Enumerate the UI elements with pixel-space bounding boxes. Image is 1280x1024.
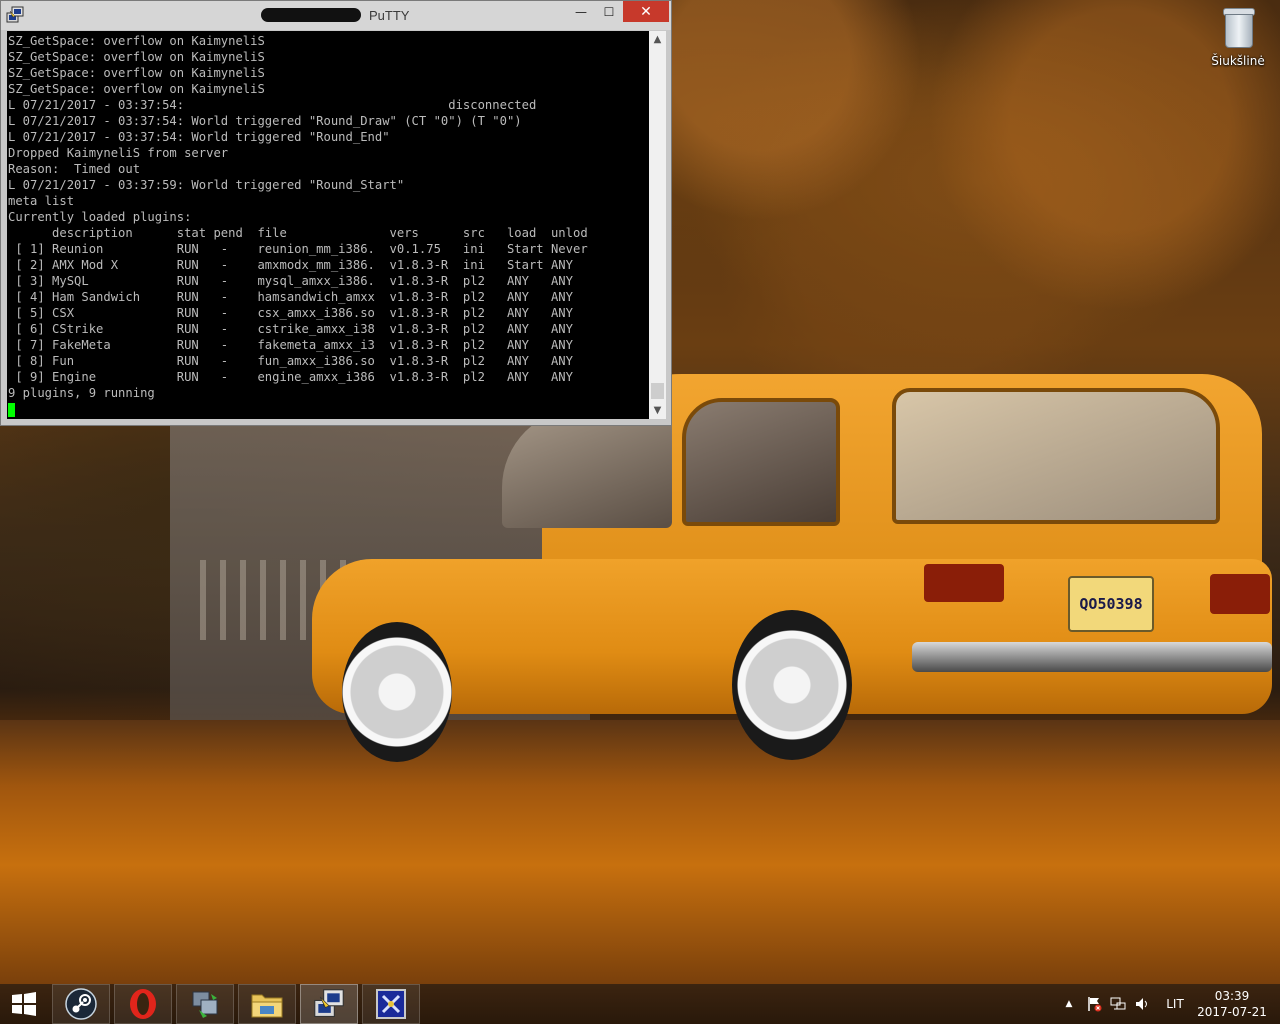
system-clock[interactable]: 03:39 2017-07-21 [1196, 988, 1268, 1020]
action-center-flag-icon[interactable] [1084, 984, 1104, 1024]
terminal-cursor [8, 401, 588, 417]
tray-chevron-icon[interactable]: ▲ [1062, 984, 1076, 1024]
taskbar-steam[interactable] [52, 984, 110, 1024]
clock-time: 03:39 [1214, 989, 1250, 1003]
opera-icon [130, 989, 156, 1019]
terminal-line: L 07/21/2017 - 03:37:54: World triggered… [8, 114, 522, 128]
terminal-line: SZ_GetSpace: overflow on KaimyneliS [8, 50, 265, 64]
terminal-line: L 07/21/2017 - 03:37:54: World triggered… [8, 130, 390, 144]
scroll-up-icon[interactable]: ▲ [649, 31, 666, 48]
taskbar-putty[interactable] [300, 984, 358, 1024]
terminal-line: Currently loaded plugins: [8, 210, 192, 224]
language-indicator[interactable]: LIT [1160, 984, 1190, 1024]
putty-window: PuTTY — ☐ ✕ SZ_GetSpace: overflow on Kai… [0, 0, 672, 426]
terminal-line: [ 9] Engine RUN - engine_amxx_i386 v1.8.… [8, 370, 573, 384]
terminal-line: [ 3] MySQL RUN - mysql_amxx_i386. v1.8.3… [8, 274, 573, 288]
taskbar: ▲ LIT 03:39 2017-07-21 [0, 984, 1280, 1024]
terminal-line: [ 1] Reunion RUN - reunion_mm_i386. v0.1… [8, 242, 588, 256]
clock-date: 2017-07-21 [1197, 1005, 1267, 1019]
network-transfer-icon [192, 991, 218, 1018]
desktop-icon-recycle-bin[interactable]: Šiukšlinė [1208, 6, 1268, 68]
steam-icon [65, 988, 97, 1020]
recycle-bin-icon [1221, 6, 1255, 48]
windows-logo-icon [12, 992, 36, 1016]
terminal-output[interactable]: SZ_GetSpace: overflow on KaimyneliS SZ_Ge… [7, 31, 649, 419]
terminal-line: L 07/21/2017 - 03:37:59: World triggered… [8, 178, 405, 192]
close-button[interactable]: ✕ [623, 1, 669, 22]
x-app-icon [376, 989, 406, 1019]
taskbar-network-tool[interactable] [176, 984, 234, 1024]
volume-icon[interactable] [1132, 984, 1152, 1024]
terminal-line: SZ_GetSpace: overflow on KaimyneliS [8, 34, 265, 48]
terminal-line: Reason: Timed out [8, 162, 141, 176]
terminal-line: L 07/21/2017 - 03:37:54: disconnected [8, 98, 537, 112]
minimize-button[interactable]: — [567, 1, 595, 22]
taskbar-file-explorer[interactable] [238, 984, 296, 1024]
wallpaper-car: QO50398 [312, 374, 1280, 764]
terminal-line: [ 6] CStrike RUN - cstrike_amxx_i38 v1.8… [8, 322, 573, 336]
car-license-plate: QO50398 [1068, 576, 1154, 632]
terminal-line: Dropped KaimyneliS from server [8, 146, 229, 160]
maximize-button[interactable]: ☐ [595, 1, 623, 22]
putty-icon [314, 989, 344, 1017]
taskbar-app-x[interactable] [362, 984, 420, 1024]
terminal-line: [ 7] FakeMeta RUN - fakemeta_amxx_i3 v1.… [8, 338, 573, 352]
window-title: PuTTY [369, 8, 410, 23]
scrollbar-thumb[interactable] [651, 383, 664, 399]
redacted-host [261, 8, 361, 22]
network-icon[interactable] [1108, 984, 1128, 1024]
terminal-line: [ 2] AMX Mod X RUN - amxmodx_mm_i386. v1… [8, 258, 573, 272]
putty-icon[interactable] [6, 6, 24, 24]
scroll-down-icon[interactable]: ▼ [649, 402, 666, 419]
taskbar-opera[interactable] [114, 984, 172, 1024]
terminal-line: SZ_GetSpace: overflow on KaimyneliS [8, 66, 265, 80]
terminal-line: meta list [8, 194, 75, 208]
terminal-line: SZ_GetSpace: overflow on KaimyneliS [8, 82, 265, 96]
terminal-line: 9 plugins, 9 running [8, 386, 155, 400]
desktop-icon-label: Šiukšlinė [1211, 54, 1265, 68]
window-titlebar[interactable]: PuTTY — ☐ ✕ [1, 1, 671, 30]
terminal-line: [ 5] CSX RUN - csx_amxx_i386.so v1.8.3-R… [8, 306, 573, 320]
start-button[interactable] [0, 984, 50, 1024]
terminal-line: [ 4] Ham Sandwich RUN - hamsandwich_amxx… [8, 290, 573, 304]
folder-icon [251, 994, 283, 1018]
terminal-line: [ 8] Fun RUN - fun_amxx_i386.so v1.8.3-R… [8, 354, 573, 368]
vertical-scrollbar[interactable]: ▲ ▼ [649, 31, 666, 419]
terminal-line: description stat pend file vers src load… [8, 226, 588, 240]
terminal-lines: SZ_GetSpace: overflow on KaimyneliS SZ_Ge… [8, 33, 588, 417]
